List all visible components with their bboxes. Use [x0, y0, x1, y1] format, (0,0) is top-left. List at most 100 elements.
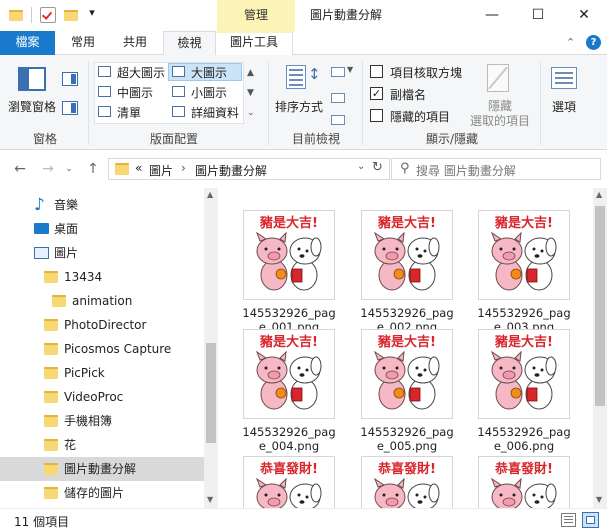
hidden-items-checkbox[interactable] [370, 109, 383, 122]
file-item-thumbnail[interactable]: 恭喜發財! [243, 456, 335, 508]
pig-snout [267, 497, 281, 507]
file-item-thumbnail[interactable]: 恭喜發財! [478, 456, 570, 508]
breadcrumb-current[interactable]: 圖片動畫分解 [195, 162, 267, 179]
manage-tab[interactable]: 管理 [217, 0, 295, 31]
navigation-pane-button[interactable]: 瀏覽窗格 [8, 98, 56, 115]
layout-large-icons[interactable]: 大圖示 [191, 64, 227, 81]
music-icon: ♪ [34, 195, 45, 215]
minimize-button[interactable]: — [469, 0, 515, 31]
tab-view[interactable]: 檢視 [163, 31, 216, 56]
tab-home[interactable]: 常用 [61, 31, 105, 55]
greeting-text: 恭喜發財! [494, 461, 553, 477]
details-view-toggle[interactable] [561, 513, 576, 527]
group-by-icon[interactable] [331, 67, 345, 77]
preview-pane-icon[interactable] [62, 72, 78, 86]
sort-by-button[interactable]: 排序方式 [275, 98, 323, 115]
gallery-scroll-arrows[interactable]: ▲ ▼ ⌄ [247, 63, 255, 123]
file-item-name[interactable]: 145532926_page_005.png [357, 425, 457, 453]
red-envelope [526, 268, 538, 283]
options-button[interactable]: 選項 [552, 98, 576, 115]
large-icons-view-toggle[interactable] [582, 512, 599, 528]
file-item-thumbnail[interactable]: 豬是大吉! [361, 210, 453, 300]
layout-medium-icons[interactable]: 中圖示 [117, 84, 153, 101]
file-item-thumbnail[interactable]: 豬是大吉! [243, 329, 335, 419]
file-item-thumbnail[interactable]: 豬是大吉! [478, 329, 570, 419]
add-columns-icon[interactable] [331, 93, 345, 103]
breadcrumb-overflow[interactable]: « [135, 161, 142, 175]
file-item-thumbnail[interactable]: 豬是大吉! [243, 210, 335, 300]
sidebar-item-label: VideoProc [64, 390, 124, 404]
address-bar[interactable]: « 圖片 › 圖片動畫分解 ⌄ ↻ [108, 158, 390, 180]
back-arrow-icon[interactable]: ← [10, 158, 30, 180]
scroll-down-arrow-icon[interactable]: ▼ [207, 495, 213, 504]
tab-picture-tools[interactable]: 圖片工具 [216, 31, 293, 55]
details-pane-icon[interactable] [62, 101, 78, 115]
help-icon[interactable]: ? [586, 35, 601, 50]
ribbon-collapse-icon[interactable]: ⌃ [566, 36, 575, 49]
large-icons-icon [172, 66, 185, 77]
file-item-thumbnail[interactable]: 豬是大吉! [478, 210, 570, 300]
folder-icon [44, 415, 58, 427]
nav-scroll-thumb[interactable] [206, 343, 216, 443]
refresh-icon[interactable]: ↻ [372, 160, 383, 175]
navigation-pane-icon[interactable] [18, 67, 46, 91]
greeting-text: 豬是大吉! [259, 215, 318, 231]
scroll-down-arrow-icon[interactable]: ▼ [596, 495, 602, 504]
file-item-thumbnail[interactable]: 恭喜發財! [361, 456, 453, 508]
item-checkboxes-checkbox[interactable] [370, 65, 383, 78]
options-icon[interactable] [551, 67, 577, 89]
file-item-name[interactable]: 145532926_page_006.png [474, 425, 574, 453]
sticker-thumbnail: 恭喜發財! [255, 461, 322, 508]
file-item-name[interactable]: 145532926_page_004.png [239, 425, 339, 453]
scroll-up-arrow-icon[interactable]: ▲ [596, 190, 602, 199]
breadcrumb-pictures[interactable]: 圖片 [149, 162, 173, 179]
properties-icon[interactable] [40, 7, 56, 23]
file-extensions-checkbox[interactable]: ✓ [370, 87, 383, 100]
tab-file[interactable]: 檔案 [0, 31, 55, 55]
sidebar-item[interactable]: 手機相簿 [0, 409, 204, 433]
ribbon-tabs: 檔案 常用 共用 檢視 圖片工具 ⌃ ? [0, 31, 607, 56]
sidebar-item[interactable]: VideoProc [0, 385, 204, 409]
sidebar-item[interactable]: 花 [0, 433, 204, 457]
sidebar-item[interactable]: 圖片 [0, 241, 204, 265]
layout-details[interactable]: 詳細資料 [191, 104, 239, 121]
title-bar: ▾ 管理 圖片動畫分解 — ☐ ✕ [0, 0, 607, 31]
content-scroll-thumb[interactable] [595, 206, 605, 406]
sidebar-item[interactable]: ♪ 音樂 [0, 193, 204, 217]
sidebar-item[interactable]: 儲存的圖片 [0, 481, 204, 505]
details-icon [172, 106, 185, 117]
sidebar-item[interactable]: PicPick [0, 361, 204, 385]
scroll-up-arrow-icon[interactable]: ▲ [207, 190, 213, 199]
pig-ear [490, 350, 503, 361]
sidebar-item[interactable]: 圖片動畫分解 [0, 457, 204, 481]
content-scrollbar[interactable]: ▲ ▼ [593, 188, 607, 508]
up-arrow-icon[interactable]: ↑ [84, 158, 102, 180]
close-button[interactable]: ✕ [561, 0, 607, 31]
orange [510, 387, 522, 399]
sidebar-item[interactable]: PhotoDirector [0, 313, 204, 337]
quick-access-dropdown[interactable]: ▾ [86, 6, 98, 24]
sidebar-item[interactable]: 桌面 [0, 217, 204, 241]
layout-list[interactable]: 清單 [117, 104, 141, 121]
layout-extra-large-icons[interactable]: 超大圖示 [117, 64, 165, 81]
size-columns-icon[interactable] [331, 115, 345, 125]
item-count: 11 個項目 [14, 515, 70, 529]
folder-icon [52, 295, 66, 307]
sidebar-item[interactable]: Picosmos Capture [0, 337, 204, 361]
search-box[interactable]: ⚲ 搜尋 圖片動畫分解 [391, 158, 601, 180]
maximize-button[interactable]: ☐ [515, 0, 561, 31]
file-item-thumbnail[interactable]: 豬是大吉! [361, 329, 453, 419]
sort-by-icon[interactable] [286, 65, 306, 89]
sidebar-item[interactable]: 13434 [0, 265, 204, 289]
layout-small-icons[interactable]: 小圖示 [191, 84, 227, 101]
breadcrumb-separator: › [181, 161, 186, 175]
recent-locations-chevron-icon[interactable]: ⌄ [62, 158, 76, 180]
forward-arrow-icon[interactable]: → [38, 158, 58, 180]
new-folder-icon[interactable] [64, 10, 78, 21]
sidebar-item[interactable]: animation [0, 289, 204, 313]
nav-scrollbar[interactable]: ▲ ▼ [204, 188, 218, 508]
sticker-thumbnail: 豬是大吉! [255, 334, 322, 410]
address-dropdown-icon[interactable]: ⌄ [357, 161, 365, 172]
greeting-text: 豬是大吉! [494, 334, 553, 350]
tab-share[interactable]: 共用 [113, 31, 157, 55]
